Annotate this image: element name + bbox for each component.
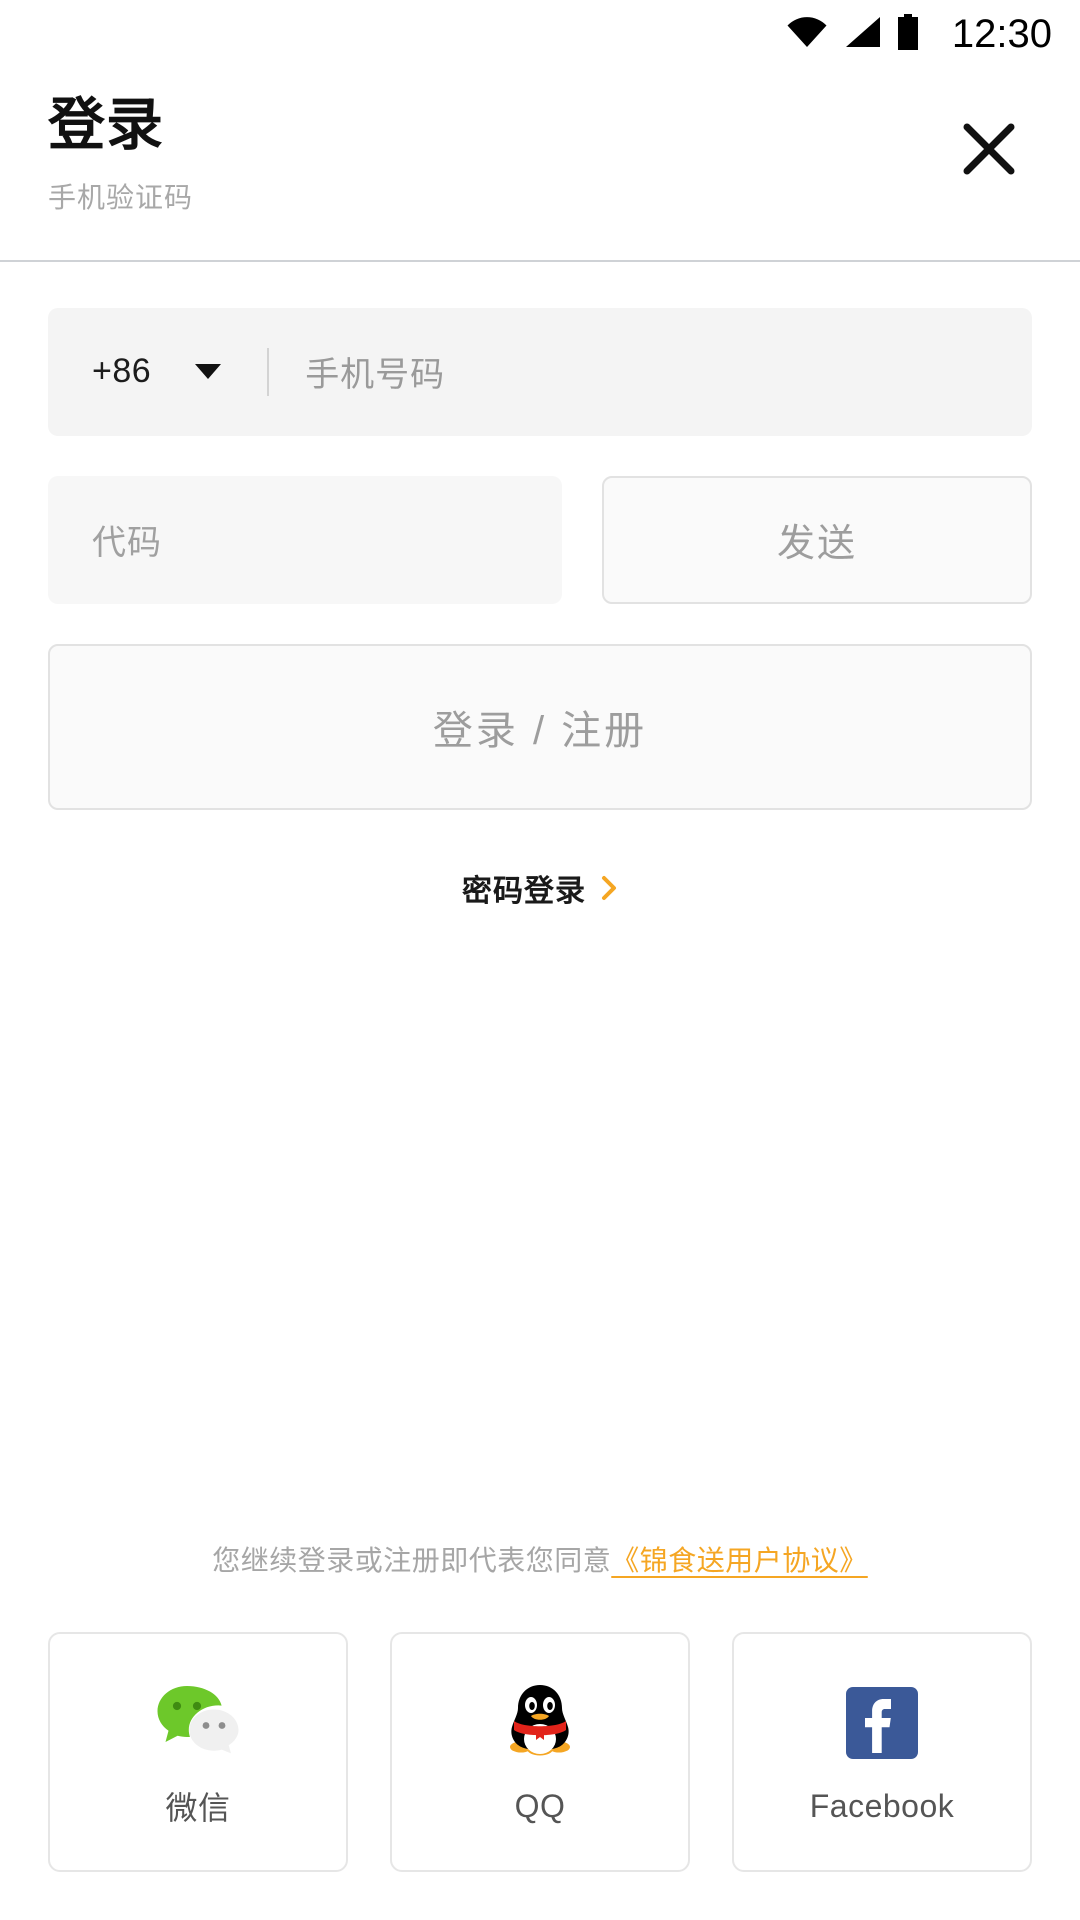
layout-spacer [0, 910, 1080, 1542]
chevron-right-icon [602, 875, 616, 900]
login-screen: 12:30 登录 手机验证码 +86 手机号码 代码 发送 登录 / 注册 密码… [0, 0, 1080, 1920]
close-button[interactable] [946, 106, 1032, 192]
qq-penguin-icon [507, 1680, 573, 1766]
login-register-label: 登录 / 注册 [432, 708, 648, 753]
user-agreement-link[interactable]: 《锦食送用户协议》 [611, 1545, 868, 1576]
code-input-placeholder[interactable]: 代码 [92, 515, 162, 564]
agreement-text: 您继续登录或注册即代表您同意《锦食送用户协议》 [0, 1542, 1080, 1580]
social-login-label: QQ [514, 1787, 566, 1824]
send-code-button[interactable]: 发送 [602, 475, 1032, 604]
status-bar-icons: 12:30 [786, 12, 1052, 56]
password-login-link[interactable]: 密码登录 [48, 866, 1032, 910]
phone-number-field[interactable]: +86 手机号码 [48, 307, 1032, 436]
header-text-group: 登录 手机验证码 [48, 93, 194, 216]
close-icon [963, 123, 1015, 175]
password-login-label: 密码登录 [462, 874, 586, 908]
chevron-down-icon[interactable] [195, 364, 222, 380]
agreement-prefix: 您继续登录或注册即代表您同意 [212, 1545, 612, 1577]
battery-icon [896, 13, 920, 55]
status-bar: 12:30 [0, 0, 1080, 68]
page-header: 登录 手机验证码 [0, 68, 1080, 216]
social-login-wechat[interactable]: 微信 [48, 1632, 348, 1872]
send-code-label: 发送 [776, 523, 857, 566]
login-form: +86 手机号码 代码 发送 登录 / 注册 密码登录 [0, 262, 1080, 910]
status-bar-clock: 12:30 [951, 12, 1052, 56]
field-separator [267, 347, 270, 396]
social-login-facebook[interactable]: Facebook [732, 1632, 1032, 1872]
page-subtitle: 手机验证码 [48, 181, 194, 213]
facebook-icon [846, 1680, 918, 1766]
cellular-signal-icon [842, 16, 882, 53]
wifi-icon [786, 16, 828, 53]
login-register-button[interactable]: 登录 / 注册 [48, 643, 1032, 810]
wechat-icon [156, 1675, 240, 1761]
verification-code-row: 代码 发送 [48, 475, 1032, 604]
phone-input-placeholder[interactable]: 手机号码 [305, 347, 445, 396]
country-code-value[interactable]: +86 [92, 352, 151, 391]
social-login-label: 微信 [165, 1790, 231, 1826]
social-login-qq[interactable]: QQ [390, 1632, 690, 1872]
code-input[interactable]: 代码 [48, 475, 562, 604]
social-login-row: 微信 QQ Facebook [0, 1580, 1080, 1920]
page-title: 登录 [48, 93, 164, 157]
social-login-label: Facebook [809, 1787, 955, 1824]
